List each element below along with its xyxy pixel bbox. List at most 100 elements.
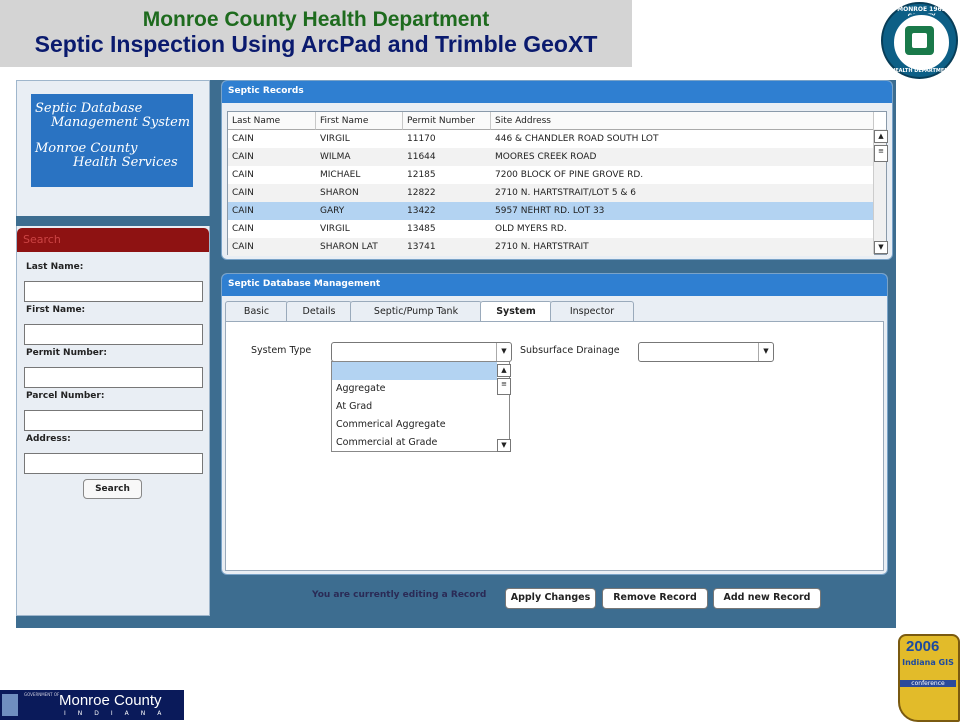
column-header-last-name[interactable]: Last Name (228, 112, 316, 130)
permit-number-input[interactable] (24, 367, 203, 388)
dropdown-option[interactable]: Commerical Aggregate (332, 416, 497, 434)
table-row[interactable]: CAIN MICHAEL 12185 7200 BLOCK OF PINE GR… (228, 166, 874, 184)
system-logo: Septic Database Management System Monroe… (31, 94, 193, 187)
dropdown-option[interactable]: Aggregate (332, 380, 497, 398)
title-banner: Monroe County Health Department Septic I… (0, 0, 632, 67)
indiana-state-icon (2, 694, 18, 716)
septic-records-title: Septic Records (222, 81, 892, 103)
monroe-county-logo: GOVERNMENT OF Monroe County INDIANA (0, 690, 184, 720)
scroll-down-icon[interactable]: ▼ (874, 241, 888, 254)
scroll-thumb[interactable]: ≡ (874, 145, 888, 162)
gis-conference-logo: 2006 Indiana GIS conference (896, 634, 960, 722)
records-scrollbar[interactable]: ▲ ≡ ▼ (873, 129, 888, 254)
seal-emblem-icon (905, 26, 934, 55)
tab-system[interactable]: System (480, 301, 552, 323)
dropdown-option[interactable]: Commercial at Grade (332, 434, 497, 452)
tab-basic[interactable]: Basic (225, 301, 288, 322)
conference-label: conference (900, 680, 956, 687)
dropdown-option[interactable]: At Grad (332, 398, 497, 416)
cell-site-address: 5957 NEHRT RD. LOT 33 (495, 206, 605, 216)
dropdown-option[interactable] (332, 362, 497, 380)
scroll-up-icon[interactable]: ▲ (874, 130, 888, 143)
subsurface-drainage-label: Subsurface Drainage (520, 345, 620, 356)
cell-first-name: MICHAEL (320, 170, 361, 180)
column-header-site-address[interactable]: Site Address (491, 112, 874, 130)
banner-title-line1: Monroe County Health Department (142, 8, 490, 31)
search-header: Search (17, 228, 209, 252)
cell-last-name: CAIN (232, 170, 254, 180)
cell-permit-number: 12822 (407, 188, 436, 198)
banner-title-line2: Septic Inspection Using ArcPad and Trimb… (34, 31, 598, 57)
scroll-thumb[interactable]: ≡ (497, 378, 511, 395)
left-panel-divider (16, 216, 210, 226)
column-header-permit-number[interactable]: Permit Number (403, 112, 491, 130)
last-name-input[interactable] (24, 281, 203, 302)
cell-last-name: CAIN (232, 152, 254, 162)
database-management-title: Septic Database Management (222, 274, 887, 296)
parcel-number-label: Parcel Number: (26, 391, 105, 401)
cell-first-name: WILMA (320, 152, 351, 162)
search-button[interactable]: Search (83, 479, 142, 499)
cell-first-name: VIRGIL (320, 224, 350, 234)
table-row[interactable]: CAIN SHARON 12822 2710 N. HARTSTRAIT/LOT… (228, 184, 874, 202)
system-type-dropdown-list[interactable]: Aggregate At Grad Commerical Aggregate C… (331, 361, 511, 452)
first-name-input[interactable] (24, 324, 203, 345)
cell-site-address: 2710 N. HARTSTRAIT (495, 242, 589, 252)
chevron-down-icon[interactable]: ▼ (758, 343, 773, 361)
cell-first-name: VIRGIL (320, 134, 350, 144)
address-input[interactable] (24, 453, 203, 474)
system-type-select[interactable]: ▼ (331, 342, 512, 362)
cell-permit-number: 13422 (407, 206, 436, 216)
scroll-down-icon[interactable]: ▼ (497, 439, 511, 452)
cell-site-address: OLD MYERS RD. (495, 224, 567, 234)
records-table: Last Name First Name Permit Number Site … (227, 111, 887, 256)
cell-site-address: 7200 BLOCK OF PINE GROVE RD. (495, 170, 644, 180)
table-row-selected[interactable]: CAIN GARY 13422 5957 NEHRT RD. LOT 33 (228, 202, 874, 220)
cell-last-name: CAIN (232, 242, 254, 252)
table-row[interactable]: CAIN VIRGIL 11170 446 & CHANDLER ROAD SO… (228, 130, 874, 148)
seal-ring (892, 13, 951, 72)
cell-last-name: CAIN (232, 206, 254, 216)
state-name: INDIANA (64, 710, 174, 717)
cell-permit-number: 13485 (407, 224, 436, 234)
last-name-label: Last Name: (26, 262, 84, 272)
table-row[interactable]: CAIN VIRGIL 13485 OLD MYERS RD. (228, 220, 874, 238)
cell-permit-number: 12185 (407, 170, 436, 180)
table-row[interactable]: CAIN SHARON LAT 13741 2710 N. HARTSTRAIT (228, 238, 874, 256)
cell-site-address: 2710 N. HARTSTRAIT/LOT 5 & 6 (495, 188, 637, 198)
cell-last-name: CAIN (232, 188, 254, 198)
county-seal-logo: MONROE 1965 COUNTY HEALTH DEPARTMENT (881, 2, 958, 79)
conference-year: 2006 (906, 638, 940, 655)
cell-last-name: CAIN (232, 224, 254, 234)
logo-line2: Management System (51, 115, 191, 130)
conference-name: Indiana GIS (902, 658, 954, 667)
address-label: Address: (26, 434, 71, 444)
cell-site-address: MOORES CREEK ROAD (495, 152, 597, 162)
seal-bottom-text: HEALTH DEPARTMENT (891, 68, 952, 74)
cell-last-name: CAIN (232, 134, 254, 144)
scroll-up-icon[interactable]: ▲ (497, 364, 511, 377)
cell-permit-number: 11644 (407, 152, 436, 162)
chevron-down-icon[interactable]: ▼ (496, 343, 511, 361)
table-row[interactable]: CAIN WILMA 11644 MOORES CREEK ROAD (228, 148, 874, 166)
subsurface-drainage-select[interactable]: ▼ (638, 342, 774, 362)
cell-first-name: SHARON (320, 188, 359, 198)
column-header-first-name[interactable]: First Name (316, 112, 403, 130)
cell-first-name: GARY (320, 206, 345, 216)
apply-changes-button[interactable]: Apply Changes (505, 588, 596, 609)
tab-content (225, 321, 884, 571)
remove-record-button[interactable]: Remove Record (602, 588, 708, 609)
county-name: Monroe County (59, 692, 162, 709)
tab-inspector[interactable]: Inspector (550, 301, 634, 322)
gov-text: GOVERNMENT OF (24, 692, 60, 697)
parcel-number-input[interactable] (24, 410, 203, 431)
add-new-record-button[interactable]: Add new Record (713, 588, 821, 609)
tab-septic-pump-tank[interactable]: Septic/Pump Tank (350, 301, 482, 322)
cell-permit-number: 13741 (407, 242, 436, 252)
tab-details[interactable]: Details (286, 301, 352, 322)
editing-status-text: You are currently editing a Record (312, 590, 487, 600)
cell-first-name: SHARON LAT (320, 242, 378, 252)
cell-site-address: 446 & CHANDLER ROAD SOUTH LOT (495, 134, 659, 144)
first-name-label: First Name: (26, 305, 86, 315)
logo-line1: Septic Database (35, 101, 143, 116)
